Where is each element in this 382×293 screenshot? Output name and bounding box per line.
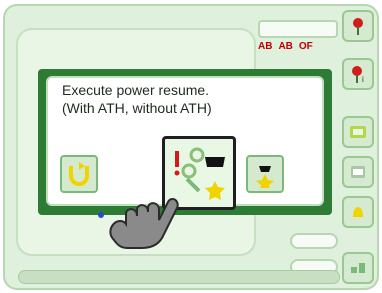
status-box — [258, 20, 338, 38]
sidebar-tool-icon — [350, 126, 366, 138]
resume-icon — [256, 166, 274, 188]
dialog-message-line2: (With ATH, without ATH) — [62, 100, 212, 116]
sidebar-red-flower-i-icon: i — [352, 66, 364, 84]
sidebar-print-icon — [351, 166, 365, 178]
sidebar-hand-icon — [353, 207, 363, 217]
hand-pointer-icon — [109, 198, 179, 249]
progress-slider[interactable] — [18, 270, 340, 284]
sidebar-settings-icon — [351, 263, 365, 273]
dialog-message: Execute power resume. (With ATH, without… — [62, 81, 302, 117]
tag-ab-2: AB — [278, 40, 293, 52]
resume-button[interactable] — [60, 155, 98, 193]
sidebar-button-1[interactable] — [342, 10, 374, 42]
screen: AB AB OF i Execute power resume. (With A… — [0, 0, 382, 293]
status-tags: AB AB OF — [258, 40, 338, 52]
value-pill-1[interactable] — [290, 233, 338, 249]
sidebar-button-4[interactable] — [342, 156, 374, 188]
sidebar-button-3[interactable] — [342, 116, 374, 148]
dialog-message-line1: Execute power resume. — [62, 82, 210, 98]
svg-text:i: i — [362, 75, 364, 84]
sidebar-button-2[interactable]: i — [342, 58, 374, 90]
tag-of: OF — [298, 40, 313, 52]
sidebar-button-5[interactable] — [342, 196, 374, 228]
sidebar-button-6[interactable] — [342, 252, 374, 284]
tag-ab: AB — [258, 40, 273, 52]
resume-alt-button[interactable] — [246, 155, 284, 193]
sidebar-red-flower-icon — [353, 18, 363, 35]
restart-icon — [69, 162, 89, 186]
